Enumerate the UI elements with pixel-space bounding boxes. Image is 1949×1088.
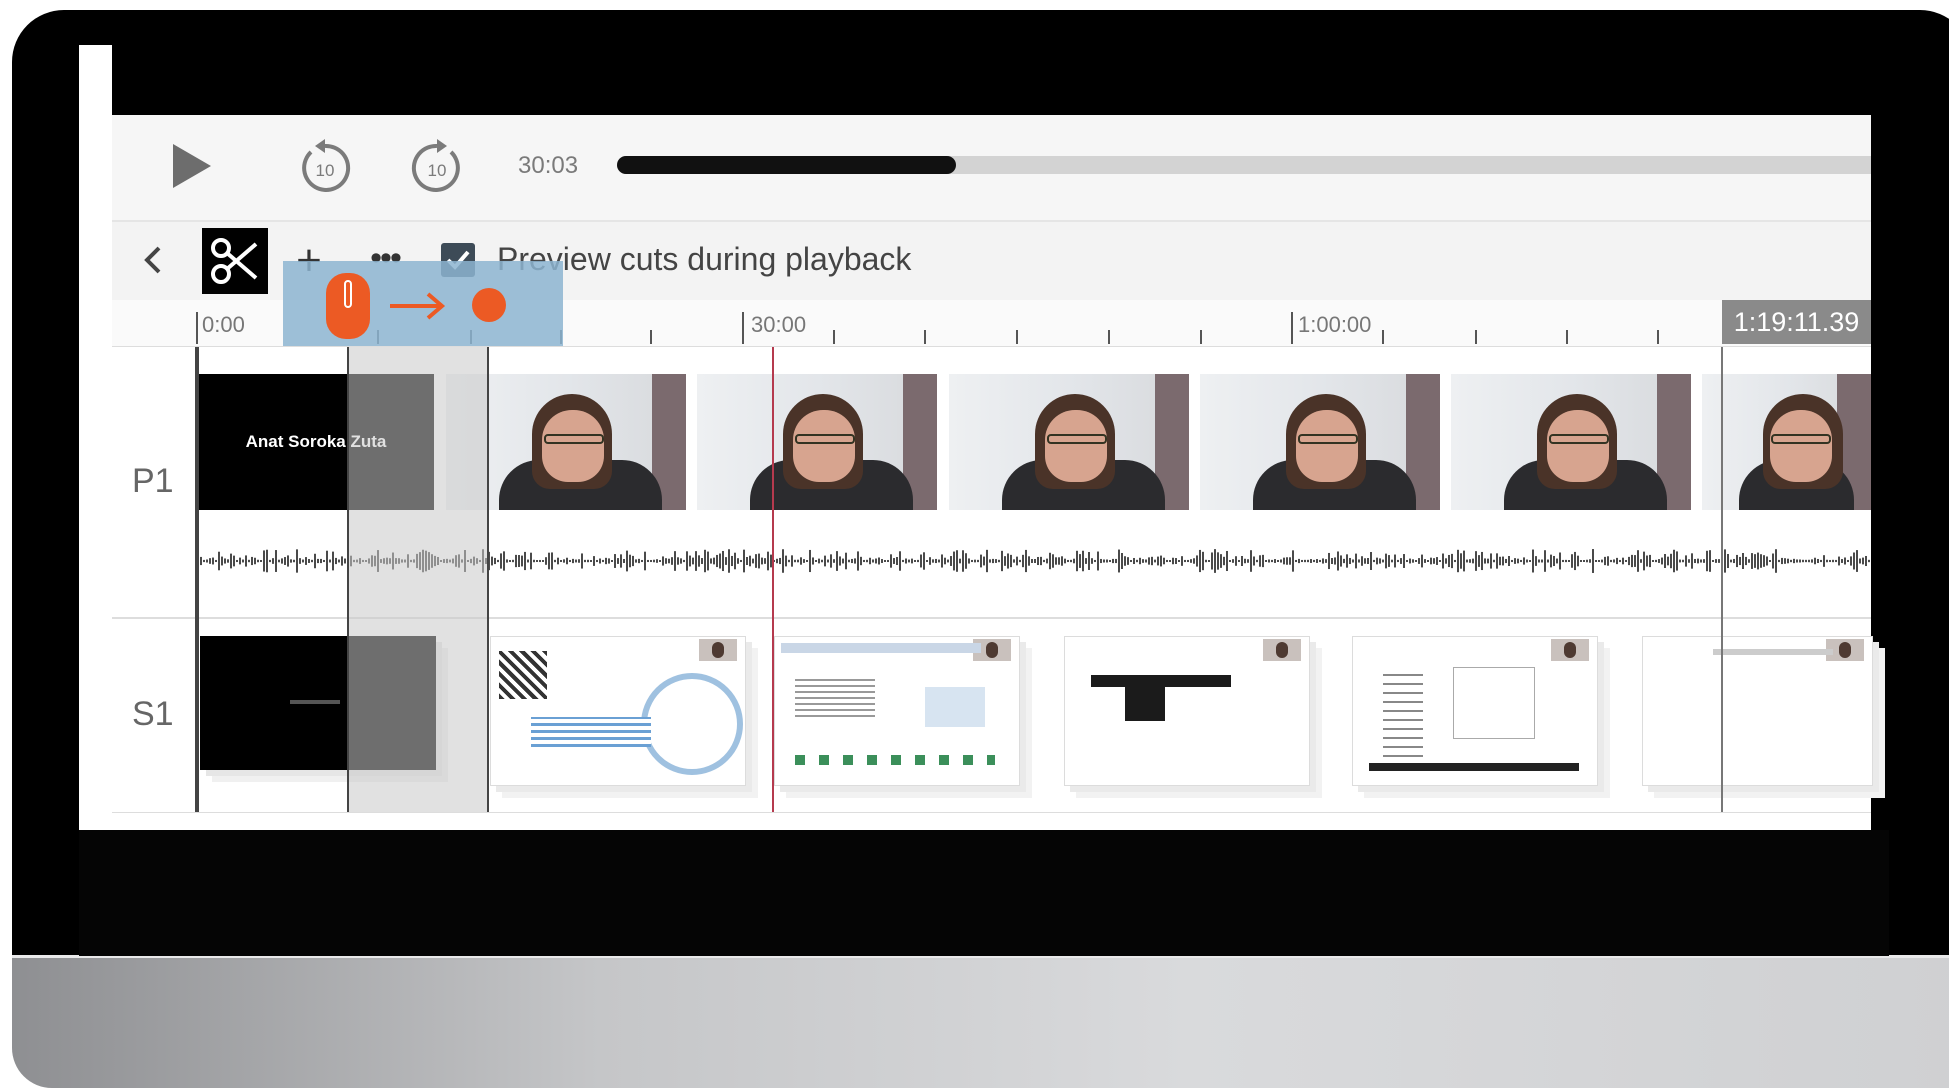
track-label-s1: S1: [132, 695, 174, 733]
arrow-right-icon: [390, 292, 446, 320]
timeline-start-line: [195, 347, 199, 812]
chevron-left-icon: [144, 246, 161, 274]
ruler-label-start: 0:00: [202, 312, 245, 337]
ruler-tick: [1657, 330, 1659, 344]
slide-thumbnail: [774, 636, 1020, 786]
screen-bottom-area: [79, 830, 1889, 956]
timeline-end-line: [1721, 347, 1723, 812]
ruler-tick: [833, 330, 835, 344]
selection-start-handle[interactable]: [347, 347, 349, 812]
end-time-badge: 1:19:11.39: [1722, 300, 1871, 344]
dot-icon: [472, 288, 506, 322]
ruler-tick: [1475, 330, 1477, 344]
svg-text:10: 10: [428, 161, 447, 180]
cut-selection-region[interactable]: [348, 347, 488, 812]
ruler-label-1h: 1:00:00: [1298, 312, 1372, 337]
svg-text:10: 10: [316, 161, 335, 180]
video-thumbnail: [1702, 374, 1871, 510]
cut-button[interactable]: [202, 228, 268, 294]
ruler-tick: [1566, 330, 1568, 344]
ruler-tick: [650, 330, 652, 344]
forward-10-icon: 10: [411, 139, 460, 192]
video-thumbnail: [949, 374, 1189, 510]
forward-10-button[interactable]: 10: [407, 138, 467, 198]
ruler-tick: [1016, 330, 1018, 344]
video-thumbnail: [1200, 374, 1440, 510]
mouse-wheel: [344, 280, 352, 308]
screen-top-bar: [112, 45, 1871, 115]
scissors-icon: [211, 238, 258, 284]
rewind-10-icon: 10: [302, 139, 351, 192]
ruler-tick: [1108, 330, 1110, 344]
ruler-label-30min: 30:00: [751, 312, 807, 337]
slide-thumbnail: [1352, 636, 1598, 786]
back-button[interactable]: [135, 237, 171, 283]
ruler-tick: [1382, 330, 1384, 344]
rewind-10-button[interactable]: 10: [295, 138, 355, 198]
video-thumbnail: [1451, 374, 1691, 510]
slide-thumbnail: [1642, 636, 1873, 786]
selection-end-handle[interactable]: [487, 347, 489, 812]
ruler-tick: [742, 312, 744, 344]
slide-thumbnail: [1064, 636, 1310, 786]
video-thumbnail: [697, 374, 937, 510]
monitor-chin: [12, 955, 1949, 1088]
ruler-tick: [1200, 330, 1202, 344]
slide-thumbnail: [490, 636, 746, 786]
play-button[interactable]: [163, 138, 219, 194]
ruler-tick: [1291, 312, 1293, 344]
playhead[interactable]: [772, 347, 774, 812]
progress-fill: [617, 156, 956, 174]
current-time: 30:03: [518, 152, 579, 179]
ruler-tick: [196, 312, 198, 344]
track-label-p1: P1: [132, 462, 174, 500]
ruler-tick: [924, 330, 926, 344]
play-icon: [173, 144, 211, 188]
